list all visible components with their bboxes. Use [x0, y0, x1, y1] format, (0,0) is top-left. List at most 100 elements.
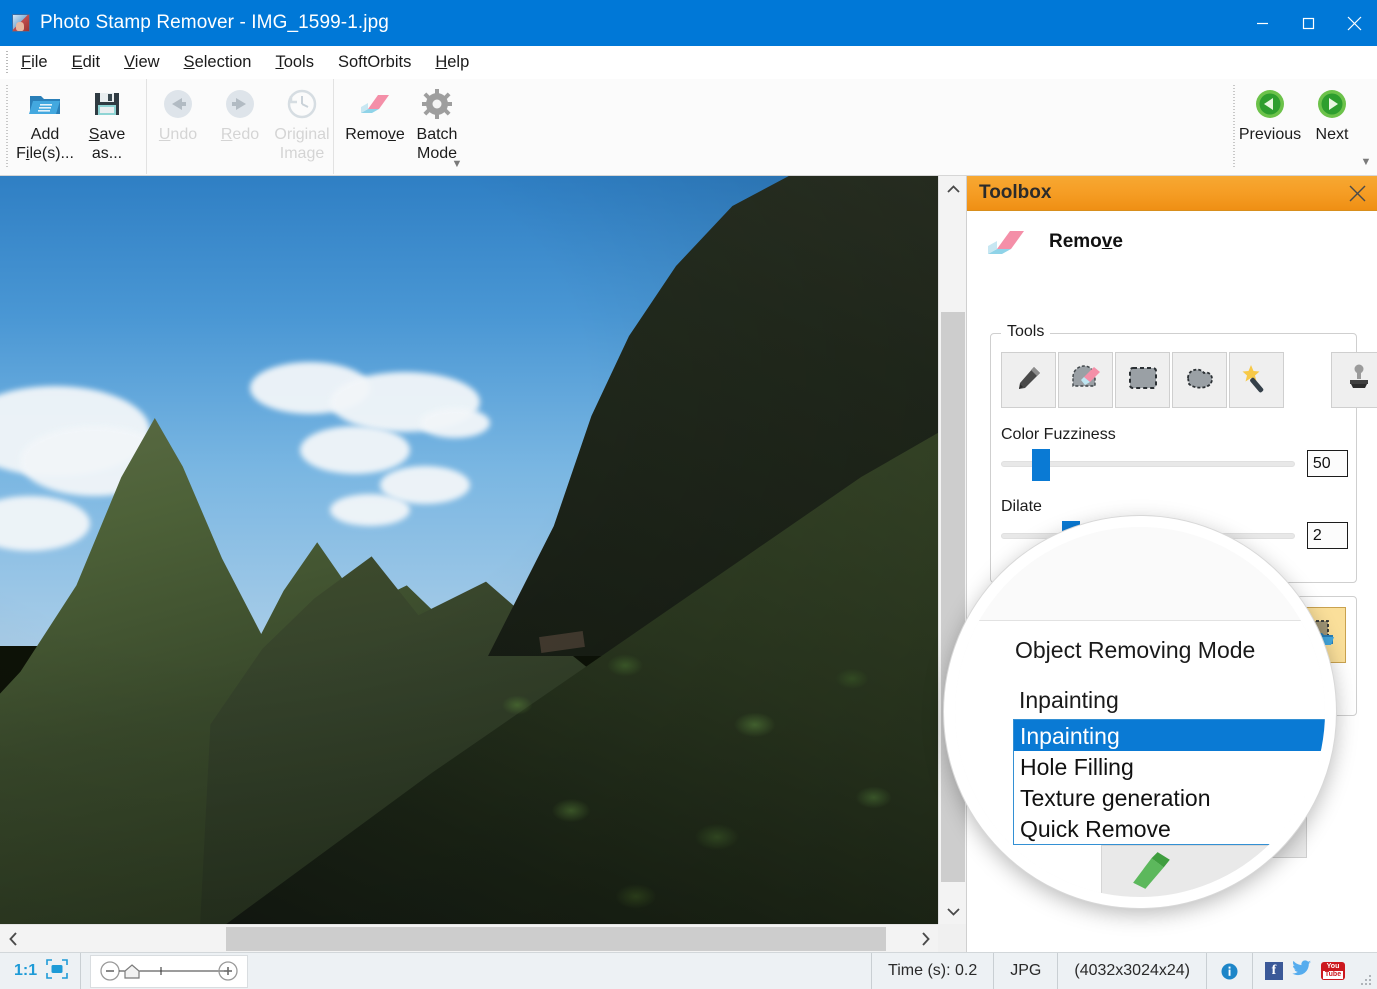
magnifier-content: Select Object Removing Mode Inpainting I… [955, 527, 1325, 897]
menu-edit[interactable]: Edit [61, 50, 111, 75]
dropdown-option-hole-filling[interactable]: Hole Filling [1014, 751, 1336, 782]
menu-view[interactable]: View [113, 50, 170, 75]
status-right-group: Time (s): 0.2 JPG (4032x3024x24) f Y [871, 953, 1377, 989]
redo-label: Redo [205, 125, 275, 144]
zoom-slider[interactable] [90, 955, 248, 988]
dilate-label: Dilate [1001, 498, 1042, 516]
facebook-icon[interactable]: f [1265, 962, 1283, 980]
dropdown-option-quick-remove[interactable]: Quick Remove [1014, 813, 1336, 844]
tools-group-legend: Tools [1001, 323, 1050, 341]
clock-history-icon [284, 86, 320, 122]
brush-eraser-icon [1070, 363, 1102, 398]
magnified-green-remove-icon [1127, 849, 1179, 900]
dropdown-option-inpainting[interactable]: Inpainting [1014, 720, 1336, 751]
status-bar: 1:1 [0, 952, 1377, 989]
clone-stamp-tool-button[interactable] [1331, 352, 1377, 408]
title-bar: Photo Stamp Remover - IMG_1599-1.jpg [0, 0, 1377, 46]
youtube-icon[interactable]: You Tube [1321, 962, 1345, 980]
canvas-horizontal-scrollbar[interactable] [0, 924, 938, 952]
app-icon [12, 14, 30, 32]
zoom-controls-cell: 1:1 [0, 953, 81, 989]
magic-wand-icon [1241, 363, 1273, 398]
lasso-tool-button[interactable] [1172, 352, 1227, 408]
menu-softorbits[interactable]: SoftOrbits [327, 50, 422, 75]
vignette-overlay [0, 176, 938, 924]
image-canvas[interactable]: SHOT ON MI 9T AI TRIPLE CAMERA [0, 176, 938, 924]
previous-button[interactable]: Previous [1239, 79, 1301, 172]
next-button[interactable]: Next [1301, 79, 1363, 172]
menu-bar: FFileile Edit View Selection Tools SoftO… [0, 46, 1377, 79]
zoom-slider-cell [81, 953, 248, 989]
brush-eraser-tool-button[interactable] [1058, 352, 1113, 408]
color-fuzziness-value[interactable]: 50 [1307, 450, 1348, 477]
maximize-button[interactable] [1285, 0, 1331, 46]
open-folder-icon [27, 86, 63, 122]
chevron-down-icon[interactable]: ▼ [450, 157, 464, 171]
redo-button[interactable]: Redo [209, 79, 271, 172]
remove-ribbon-button[interactable]: Remove [344, 79, 406, 172]
green-left-arrow-icon [1252, 86, 1288, 122]
window-resize-grip[interactable] [1359, 973, 1373, 987]
color-fuzziness-label: Color Fuzziness [1001, 426, 1116, 444]
save-as-button[interactable]: Saveas... [76, 79, 138, 172]
next-label: Next [1297, 125, 1367, 144]
original-image-button[interactable]: OriginalImage [271, 79, 333, 172]
ribbon-group-history: Undo Redo [146, 79, 334, 174]
toolbox-close-icon[interactable] [1349, 185, 1366, 202]
chevron-down-icon[interactable] [939, 898, 967, 924]
pencil-tool-button[interactable] [1001, 352, 1056, 408]
menu-selection[interactable]: Selection [173, 50, 263, 75]
color-fuzziness-slider[interactable] [1001, 461, 1295, 467]
rectangle-select-tool-button[interactable] [1115, 352, 1170, 408]
menu-file[interactable]: FFileile [10, 50, 59, 75]
ribbon-group-actions: Remove [344, 79, 468, 174]
magnified-remove-label: Remove [1240, 863, 1333, 892]
magnified-mode-label: Object Removing Mode [1015, 637, 1255, 664]
minimize-button[interactable] [1239, 0, 1285, 46]
menu-tools[interactable]: Tools [264, 50, 325, 75]
lasso-icon [1184, 365, 1216, 396]
add-files-button[interactable]: AddFile(s)... [14, 79, 76, 172]
twitter-icon[interactable] [1292, 960, 1312, 982]
youtube-line-2: Tube [1323, 971, 1343, 979]
horizontal-scroll-thumb[interactable] [226, 927, 886, 951]
magic-wand-tool-button[interactable] [1229, 352, 1284, 408]
chevron-right-icon[interactable] [912, 925, 938, 953]
info-icon[interactable] [1207, 953, 1253, 989]
dropdown-option-texture-generation[interactable]: Texture generation [1014, 782, 1336, 813]
original-image-label: OriginalImage [267, 125, 337, 163]
menu-help[interactable]: Help [424, 50, 480, 75]
toolbox-title: Toolbox [979, 182, 1051, 204]
close-button[interactable] [1331, 0, 1377, 46]
window-title: Photo Stamp Remover - IMG_1599-1.jpg [40, 12, 389, 34]
stamp-icon [1344, 363, 1374, 398]
rectangle-marquee-icon [1128, 366, 1158, 395]
color-fuzziness-slider-row: 50 [1001, 450, 1348, 477]
magnified-mode-current-value[interactable]: Inpainting [1019, 687, 1119, 714]
toolbox-mode-label: Remove [1049, 231, 1123, 253]
magnified-mode-dropdown-list[interactable]: Inpainting Hole Filling Texture generati… [1013, 719, 1336, 845]
fit-to-window-icon[interactable] [46, 959, 68, 984]
pencil-icon [1014, 363, 1044, 398]
color-fuzziness-slider-thumb[interactable] [1032, 449, 1050, 481]
gear-icon [419, 86, 455, 122]
floppy-save-icon [89, 86, 125, 122]
zoom-ratio-button[interactable]: 1:1 [14, 962, 37, 980]
youtube-line-1: You [1327, 963, 1340, 971]
status-spacer [248, 953, 871, 989]
tools-button-row [1001, 352, 1377, 408]
save-as-label: Saveas... [72, 125, 142, 163]
ribbon-collapse-icon[interactable]: ▼ [1359, 155, 1373, 169]
photo-content: SHOT ON MI 9T AI TRIPLE CAMERA [0, 176, 938, 924]
toolbox-mode-header: Remove [967, 211, 1377, 259]
eraser-icon [985, 225, 1027, 259]
chevron-up-icon[interactable] [939, 176, 967, 202]
add-files-label: AddFile(s)... [10, 125, 80, 163]
remove-ribbon-label: Remove [340, 125, 410, 144]
format-status: JPG [994, 953, 1058, 989]
undo-button[interactable]: Undo [147, 79, 209, 172]
time-status: Time (s): 0.2 [872, 953, 994, 989]
chevron-left-icon[interactable] [0, 925, 26, 953]
window-controls [1239, 0, 1377, 46]
social-links: f You Tube [1253, 953, 1357, 989]
